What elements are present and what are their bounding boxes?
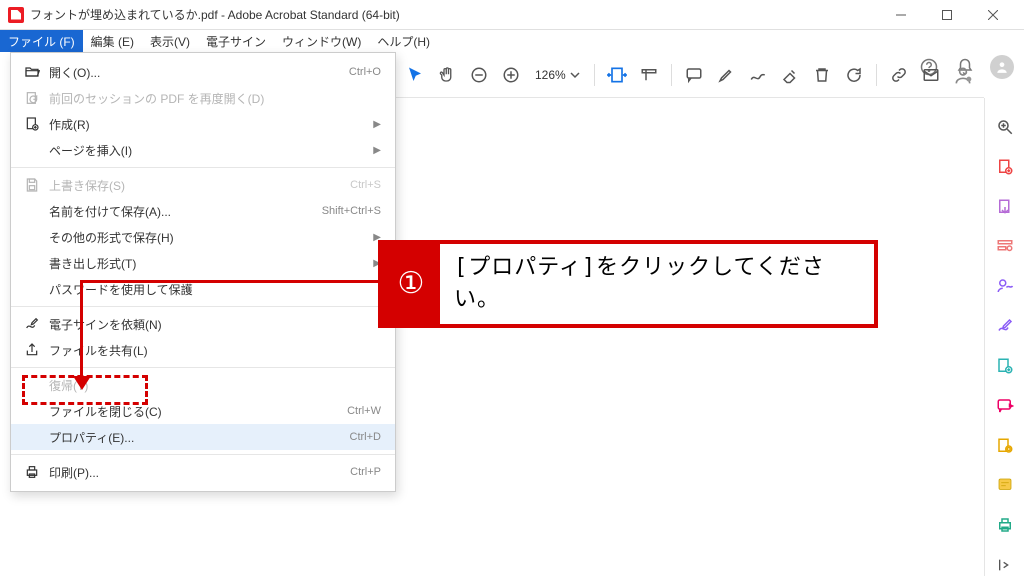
delete-icon[interactable] <box>808 61 836 89</box>
save-icon <box>21 177 43 193</box>
menu-item[interactable]: プロパティ(E)...Ctrl+D <box>11 424 395 450</box>
menu-item-label: パスワードを使用して保護 <box>43 281 381 298</box>
expand-rail-icon[interactable] <box>994 554 1016 576</box>
menu-shortcut: Ctrl+W <box>347 405 381 417</box>
comment-icon[interactable] <box>680 61 708 89</box>
menu-window[interactable]: ウィンドウ(W) <box>274 30 369 52</box>
create-icon <box>21 116 43 132</box>
rotate-icon[interactable] <box>840 61 868 89</box>
menu-item[interactable]: 開く(O)...Ctrl+O <box>11 59 395 85</box>
folder-open-icon <box>21 64 43 80</box>
window-title: フォントが埋め込まれているか.pdf - Adobe Acrobat Stand… <box>30 6 878 23</box>
menu-shortcut: Shift+Ctrl+S <box>322 205 381 217</box>
menu-item[interactable]: ページを挿入(I)▶ <box>11 137 395 163</box>
menu-item: 前回のセッションの PDF を再度開く(D) <box>11 85 395 111</box>
zoom-out-icon[interactable] <box>465 61 493 89</box>
callout-number: ① <box>382 244 440 324</box>
menu-item-label: プロパティ(E)... <box>43 429 350 446</box>
document-viewport[interactable] <box>396 98 984 576</box>
menu-file[interactable]: ファイル (F) <box>0 30 83 52</box>
file-menu-dropdown: 開く(O)...Ctrl+O 前回のセッションの PDF を再度開く(D) 作成(R… <box>10 52 396 492</box>
sticky-note-icon[interactable] <box>994 474 1016 496</box>
menu-item: 上書き保存(S)Ctrl+S <box>11 172 395 198</box>
menu-help[interactable]: ヘルプ(H) <box>369 30 438 52</box>
menu-view[interactable]: 表示(V) <box>142 30 198 52</box>
submenu-arrow-icon: ▶ <box>373 145 381 156</box>
menu-item[interactable]: ファイルを共有(L) <box>11 337 395 363</box>
print-production-icon[interactable] <box>994 514 1016 536</box>
menu-item-label: その他の形式で保存(H) <box>43 229 373 246</box>
zoom-in-icon[interactable] <box>497 61 525 89</box>
app-icon <box>8 7 24 23</box>
menu-item-label: 前回のセッションの PDF を再度開く(D) <box>43 90 381 107</box>
mail-icon[interactable] <box>917 61 945 89</box>
search-icon[interactable] <box>994 116 1016 138</box>
menu-shortcut: Ctrl+D <box>350 431 381 443</box>
draw-icon[interactable] <box>744 61 772 89</box>
menu-item-label: ファイルを閉じる(C) <box>43 403 347 420</box>
read-mode-icon[interactable] <box>635 61 663 89</box>
menu-esign[interactable]: 電子サイン <box>198 30 274 52</box>
request-sign-icon[interactable] <box>994 275 1016 297</box>
minimize-button[interactable] <box>878 0 924 30</box>
menubar: ファイル (F) 編集 (E) 表示(V) 電子サイン ウィンドウ(W) ヘルプ… <box>0 30 1024 52</box>
stamp-icon[interactable] <box>994 435 1016 457</box>
menu-shortcut: Ctrl+P <box>350 466 381 478</box>
menu-item-label: 名前を付けて保存(A)... <box>43 203 322 220</box>
print-icon <box>21 464 43 480</box>
submenu-arrow-icon: ▶ <box>373 119 381 130</box>
send-comment-icon[interactable] <box>994 395 1016 417</box>
menu-item-label: ファイルを共有(L) <box>43 342 381 359</box>
fit-width-icon[interactable] <box>603 61 631 89</box>
menu-edit[interactable]: 編集 (E) <box>83 30 142 52</box>
organize-pages-icon[interactable] <box>994 355 1016 377</box>
maximize-button[interactable] <box>924 0 970 30</box>
menu-shortcut: Ctrl+S <box>350 179 381 191</box>
menu-item[interactable]: 書き出し形式(T)▶ <box>11 250 395 276</box>
menu-item-label: 復帰(T) <box>43 377 381 394</box>
callout-text: [プロパティ]をクリックしてください。 <box>440 244 874 324</box>
menu-item-label: ページを挿入(I) <box>43 142 373 159</box>
menu-item-label: 電子サインを依頼(N) <box>43 316 381 333</box>
menu-item-label: 作成(R) <box>43 116 373 133</box>
menu-item[interactable]: 電子サインを依頼(N) <box>11 311 395 337</box>
highlight-icon[interactable] <box>712 61 740 89</box>
callout-arrow <box>80 280 378 283</box>
select-tool-icon[interactable] <box>401 61 429 89</box>
share-person-icon[interactable] <box>949 61 977 89</box>
right-tool-rail <box>984 98 1024 576</box>
edit-pdf-icon[interactable] <box>994 235 1016 257</box>
zoom-level[interactable]: 126% <box>529 68 586 82</box>
menu-item: 復帰(T) <box>11 372 395 398</box>
zoom-value: 126% <box>535 68 566 82</box>
reopen-icon <box>21 90 43 106</box>
esign-icon <box>21 316 43 332</box>
menu-item[interactable]: 名前を付けて保存(A)...Shift+Ctrl+S <box>11 198 395 224</box>
instruction-callout: ① [プロパティ]をクリックしてください。 <box>378 240 878 328</box>
share-icon <box>21 342 43 358</box>
menu-item-label: 上書き保存(S) <box>43 177 350 194</box>
menu-shortcut: Ctrl+O <box>349 66 381 78</box>
erase-icon[interactable] <box>776 61 804 89</box>
menu-item-label: 開く(O)... <box>43 64 349 81</box>
toolbar: 126% <box>395 52 984 98</box>
create-pdf-icon[interactable] <box>994 156 1016 178</box>
menu-item-label: 印刷(P)... <box>43 464 350 481</box>
hand-tool-icon[interactable] <box>433 61 461 89</box>
menu-item-label: 書き出し形式(T) <box>43 255 373 272</box>
fill-sign-icon[interactable] <box>994 315 1016 337</box>
avatar-icon[interactable] <box>990 55 1014 79</box>
export-pdf-icon[interactable] <box>994 196 1016 218</box>
menu-item[interactable]: 作成(R)▶ <box>11 111 395 137</box>
link-icon[interactable] <box>885 61 913 89</box>
menu-item[interactable]: ファイルを閉じる(C)Ctrl+W <box>11 398 395 424</box>
menu-item[interactable]: その他の形式で保存(H)▶ <box>11 224 395 250</box>
close-button[interactable] <box>970 0 1016 30</box>
menu-item[interactable]: 印刷(P)...Ctrl+P <box>11 459 395 485</box>
